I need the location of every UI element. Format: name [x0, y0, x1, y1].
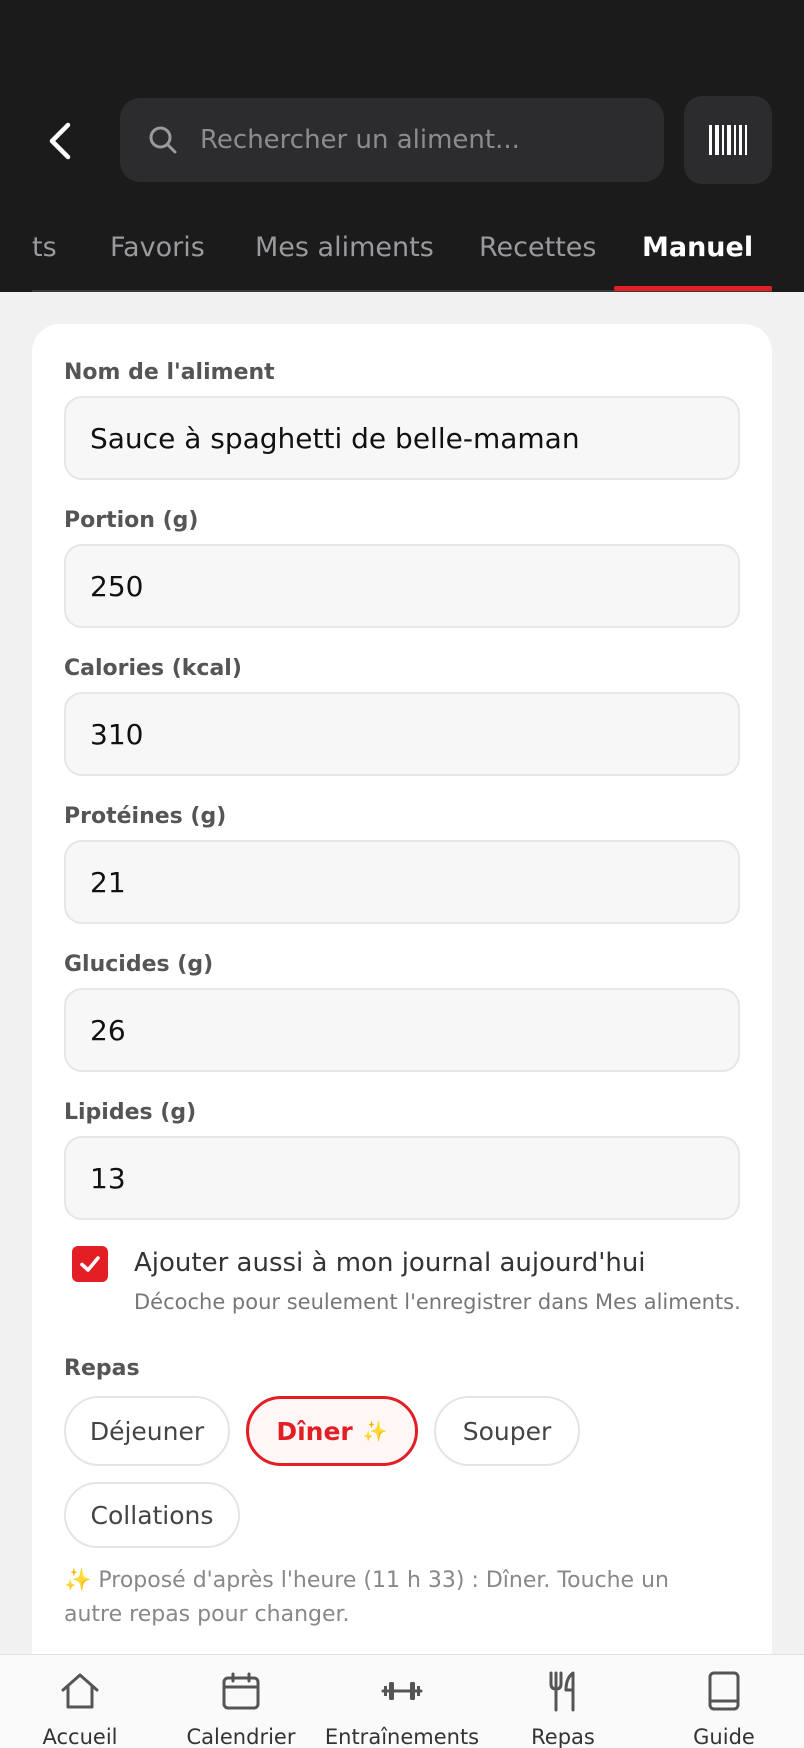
add-to-journal-label: Ajouter aussi à mon journal aujourd'hui [134, 1248, 646, 1278]
proteins-field[interactable]: 21 [64, 840, 740, 924]
calories-label: Calories (kcal) [64, 656, 242, 681]
meal-chip-diner[interactable]: Dîner ✨ [246, 1396, 418, 1466]
bottom-navigation: Accueil Calendrier Entraînements Repas G… [0, 1654, 804, 1748]
home-icon [58, 1669, 102, 1713]
nav-label: Calendrier [186, 1725, 296, 1748]
nav-label: Guide [693, 1725, 755, 1748]
portion-field[interactable]: 250 [64, 544, 740, 628]
active-tab-indicator [614, 286, 772, 291]
calories-field[interactable]: 310 [64, 692, 740, 776]
fats-field[interactable]: 13 [64, 1136, 740, 1220]
food-name-field[interactable]: Sauce à spaghetti de belle-maman [64, 396, 740, 480]
nav-entrainements[interactable]: Entraînements [322, 1655, 482, 1748]
barcode-scan-button[interactable] [684, 96, 772, 184]
search-box[interactable] [120, 98, 664, 182]
add-to-journal-sublabel: Décoche pour seulement l'enregistrer dan… [134, 1290, 741, 1314]
portion-label: Portion (g) [64, 508, 199, 533]
proteins-label: Protéines (g) [64, 804, 227, 829]
fork-knife-icon [541, 1669, 585, 1713]
nav-accueil[interactable]: Accueil [0, 1655, 160, 1748]
tab-favoris[interactable]: Favoris [110, 232, 205, 263]
sparkle-icon: ✨ [362, 1419, 388, 1443]
chevron-left-icon [49, 122, 71, 160]
tab-bar: ts Favoris Mes aliments Recettes Manuel [0, 222, 804, 292]
search-icon [149, 126, 177, 154]
nav-label: Entraînements [324, 1725, 480, 1748]
carbs-field[interactable]: 26 [64, 988, 740, 1072]
nav-label: Accueil [42, 1725, 118, 1748]
nav-calendrier[interactable]: Calendrier [161, 1655, 321, 1748]
meal-chip-label: Déjeuner [89, 1416, 205, 1446]
carbs-label: Glucides (g) [64, 952, 214, 977]
nav-label: Repas [531, 1725, 595, 1748]
tab-manuel[interactable]: Manuel [642, 232, 753, 263]
fats-label: Lipides (g) [64, 1100, 197, 1125]
back-button[interactable] [36, 112, 84, 170]
tab-partial[interactable]: ts [32, 232, 57, 263]
tab-recettes[interactable]: Recettes [479, 232, 596, 263]
food-name-label: Nom de l'aliment [64, 360, 275, 385]
calendar-icon [219, 1669, 263, 1713]
meal-chip-collations[interactable]: Collations [64, 1482, 240, 1548]
manual-entry-card: Nom de l'aliment Sauce à spaghetti de be… [32, 324, 772, 1704]
dumbbell-icon [380, 1669, 424, 1713]
add-to-journal-checkbox[interactable] [72, 1246, 108, 1282]
barcode-icon [709, 125, 747, 155]
checkmark-icon [80, 1256, 100, 1272]
meal-suggestion-hint: ✨ Proposé d'après l'heure (11 h 33) : Dî… [64, 1568, 669, 1627]
tab-mes-aliments[interactable]: Mes aliments [255, 232, 434, 263]
meal-chip-label: Collations [90, 1500, 214, 1530]
nav-repas[interactable]: Repas [483, 1655, 643, 1748]
meal-chip-label: Dîner [276, 1416, 353, 1446]
nav-guide[interactable]: Guide [644, 1655, 804, 1748]
top-bar: ts Favoris Mes aliments Recettes Manuel [0, 0, 804, 292]
meal-chip-dejeuner[interactable]: Déjeuner [64, 1396, 230, 1466]
book-icon [702, 1669, 746, 1713]
meal-chip-label: Souper [462, 1416, 552, 1446]
meal-label: Repas [64, 1356, 140, 1381]
search-input[interactable] [200, 125, 640, 155]
meal-chip-souper[interactable]: Souper [434, 1396, 580, 1466]
